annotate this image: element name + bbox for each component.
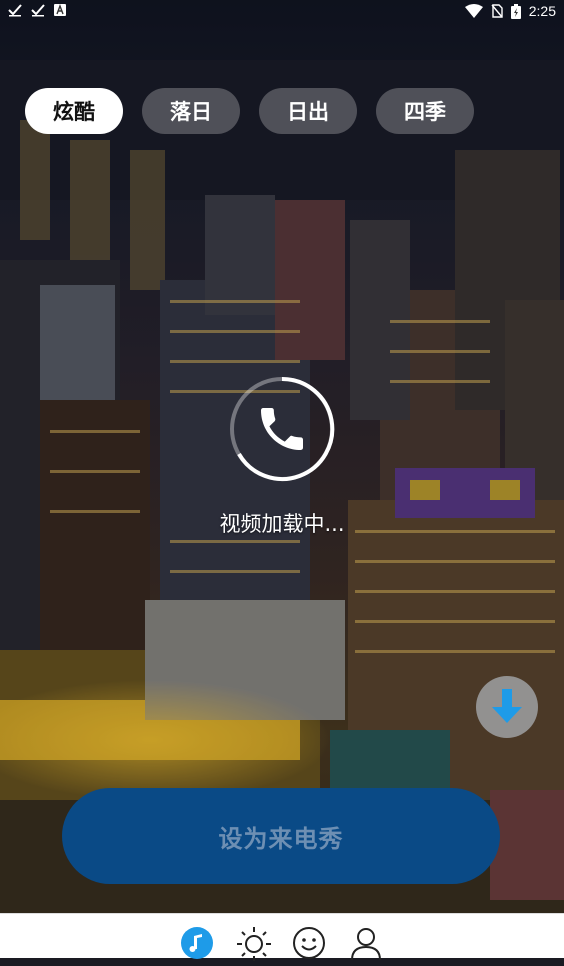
music-note-icon [181, 927, 213, 959]
wifi-icon [464, 4, 483, 18]
check-icon [31, 4, 45, 17]
battery-icon [510, 3, 521, 19]
no-sim-icon [491, 4, 503, 18]
tab-sunrise[interactable]: 日出 [259, 88, 357, 134]
tab-sunset[interactable]: 落日 [142, 88, 240, 134]
smiley-icon [293, 927, 325, 959]
bottom-nav [0, 913, 564, 961]
loading-text: 视频加载中... [219, 512, 345, 536]
set-as-call-show-button[interactable]: 设为来电秀 [62, 788, 500, 884]
tab-cool[interactable]: 炫酷 [25, 88, 123, 134]
download-button[interactable] [476, 676, 538, 738]
status-bar: 2:25 [0, 0, 564, 24]
check-icon [8, 4, 22, 17]
person-icon [351, 928, 381, 961]
phone-icon [261, 408, 303, 450]
download-icon [492, 689, 522, 723]
video-loading-spinner [229, 376, 335, 482]
a-icon [54, 4, 66, 16]
status-time: 2:25 [528, 3, 556, 19]
status-right-icons: 2:25 [464, 3, 556, 19]
status-left-icons [8, 3, 66, 17]
tab-seasons[interactable]: 四季 [376, 88, 474, 134]
category-tabs: 炫酷 落日 日出 四季 [25, 88, 474, 134]
